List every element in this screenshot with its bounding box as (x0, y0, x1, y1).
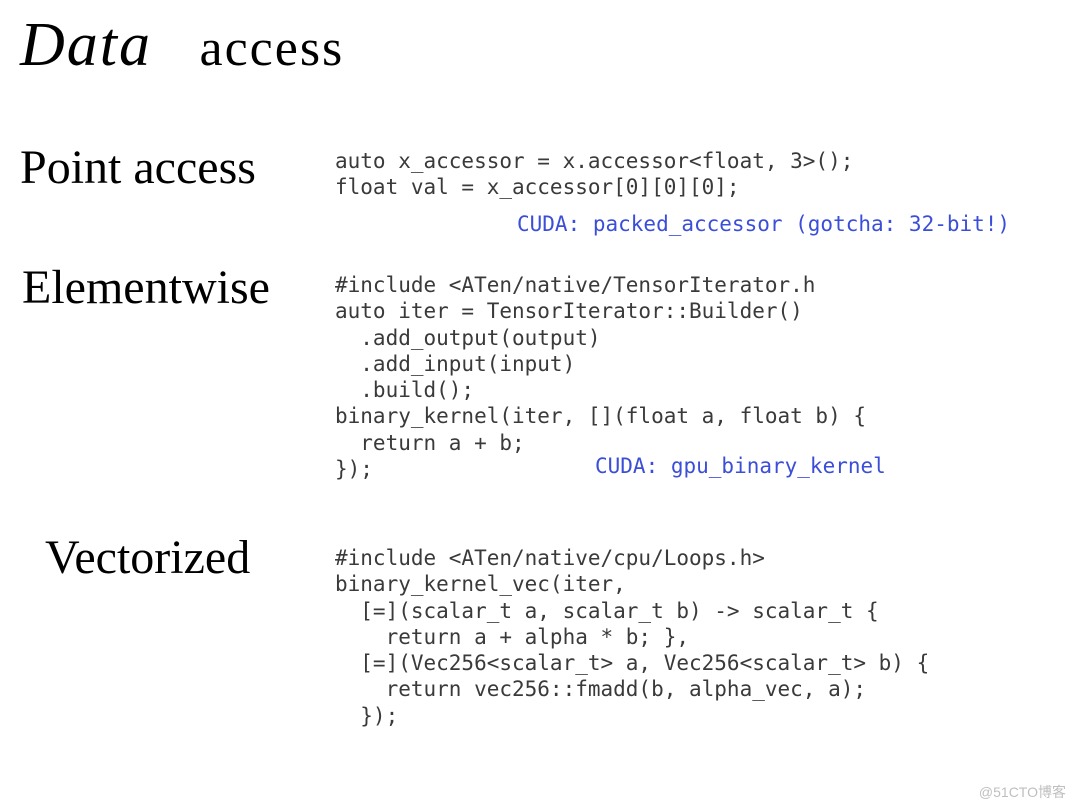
title-word-2: access (200, 20, 345, 77)
code-vectorized: #include <ATen/native/cpu/Loops.h> binar… (335, 545, 929, 729)
note-point-access: CUDA: packed_accessor (gotcha: 32-bit!) (517, 212, 1010, 236)
watermark: @51CTO博客 (979, 782, 1066, 802)
label-vectorized: Vectorized (45, 530, 250, 585)
code-elementwise: #include <ATen/native/TensorIterator.h a… (335, 272, 866, 482)
note-elementwise: CUDA: gpu_binary_kernel (595, 454, 886, 478)
page-title: Data access (20, 10, 344, 81)
code-point-access: auto x_accessor = x.accessor<float, 3>()… (335, 148, 853, 201)
label-elementwise: Elementwise (22, 260, 270, 315)
title-word-1: Data (20, 11, 152, 79)
label-point-access: Point access (20, 140, 256, 195)
